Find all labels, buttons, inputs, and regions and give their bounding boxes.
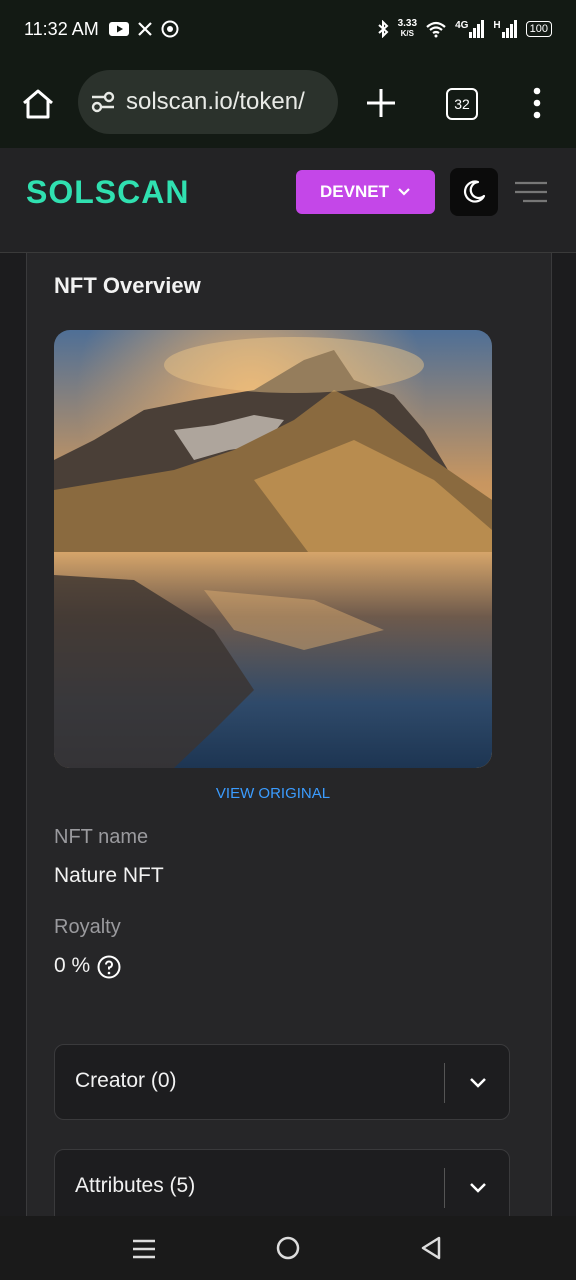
nft-name-value: Nature NFT [54,864,164,887]
wifi-icon [426,21,446,38]
royalty-value: 0 % [54,954,91,977]
status-bar: 11:32 AM 3.33 K/S 4G H 100 [0,0,576,58]
creator-accordion[interactable]: Creator (0) [54,1044,510,1120]
battery-indicator: 100 [525,21,552,37]
url-text[interactable]: solscan.io/token/ [126,88,305,116]
aperture-icon [161,20,179,38]
x-icon [137,22,152,36]
chevron-down-icon [398,188,410,196]
site-header: SOLSCAN DEVNET [0,148,576,239]
signal-icon [469,20,485,38]
chevron-down-icon[interactable] [467,1071,489,1093]
home-icon[interactable] [20,86,56,122]
network-type-h: H [493,20,501,31]
network-label: DEVNET [320,182,389,201]
nft-name-label: NFT name [54,826,149,848]
network-speed-unit: K/S [400,29,414,38]
address-bar[interactable]: solscan.io/token/ [78,70,338,134]
solscan-logo[interactable]: SOLSCAN [26,174,189,211]
browser-toolbar: solscan.io/token/ 32 [0,58,576,148]
back-icon[interactable] [420,1236,442,1260]
chevron-down-icon[interactable] [467,1176,489,1198]
moon-icon [463,180,486,203]
header-divider [0,238,576,253]
site-settings-icon[interactable] [90,91,116,113]
divider [444,1168,445,1208]
plus-icon[interactable] [364,86,398,120]
home-circle-icon[interactable] [276,1236,300,1260]
hamburger-menu-icon[interactable] [515,180,547,204]
mountain-landscape-image [54,330,492,768]
network-type-4g: 4G [455,20,469,31]
view-original-link[interactable]: VIEW ORIGINAL [27,785,519,802]
system-nav-bar [0,1216,576,1280]
divider [444,1063,445,1103]
nft-image[interactable] [54,330,492,768]
bluetooth-icon [377,20,389,38]
theme-toggle-button[interactable] [450,168,498,216]
network-selector-button[interactable]: DEVNET [296,170,435,214]
accordion-label: Creator (0) [75,1069,177,1092]
tab-switcher-button[interactable]: 32 [446,88,478,120]
recent-apps-icon[interactable] [132,1238,156,1260]
youtube-icon [108,22,129,36]
status-time: 11:32 AM [24,18,99,39]
more-vert-icon[interactable] [530,86,544,120]
signal-icon [501,20,517,38]
royalty-label: Royalty [54,916,121,938]
help-icon[interactable] [97,955,121,979]
attributes-accordion[interactable]: Attributes (5) [54,1149,510,1225]
section-title: NFT Overview [54,273,201,298]
accordion-label: Attributes (5) [75,1174,196,1197]
network-speed-value: 3.33 [397,18,418,29]
nft-overview-card: NFT Overview VIEW ORIGINAL NFT name Natu… [26,253,552,1233]
